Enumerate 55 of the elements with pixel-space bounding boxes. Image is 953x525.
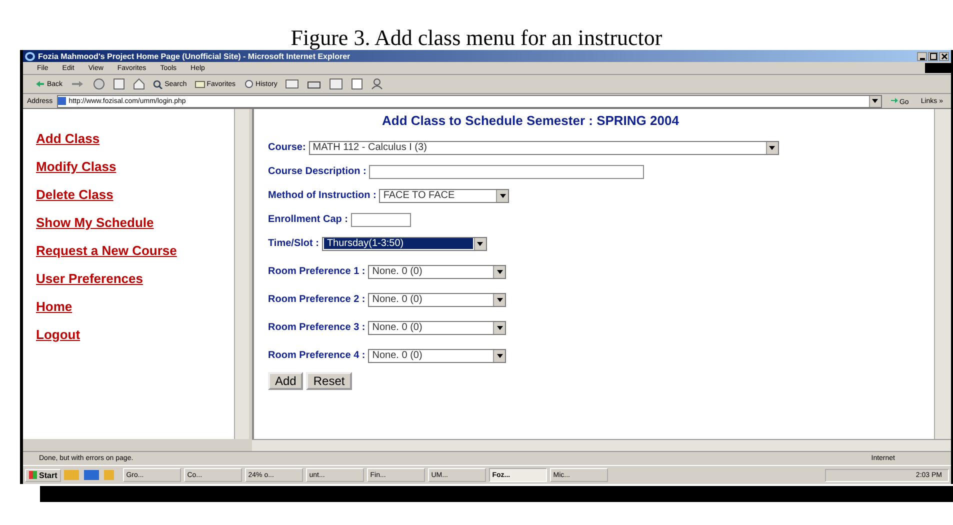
- maximize-button[interactable]: [928, 52, 938, 60]
- scrollbar[interactable]: [934, 109, 951, 439]
- field-label: Method of Instruction :: [268, 190, 376, 201]
- dropdown-arrow-icon: [496, 270, 503, 274]
- field-label: Time/Slot :: [268, 238, 319, 249]
- dropdown-arrow-icon: [872, 99, 878, 103]
- input-field[interactable]: [369, 164, 644, 178]
- dropdown-arrow-icon: [500, 194, 506, 198]
- sidebar-link[interactable]: Add Class: [36, 131, 186, 146]
- sidebar-link[interactable]: Delete Class: [36, 187, 186, 202]
- sidebar-link[interactable]: User Preferences: [36, 271, 186, 286]
- go-arrow-icon: [890, 96, 898, 104]
- page-heading: Add Class to Schedule Semester : SPRING 2004: [382, 113, 679, 128]
- field-label: Room Preference 4 :: [268, 350, 366, 361]
- messenger-icon[interactable]: [371, 78, 384, 90]
- field-label: Room Preference 1 :: [268, 266, 366, 277]
- back-arrow-icon: [35, 80, 45, 88]
- form-button[interactable]: Reset: [306, 372, 352, 390]
- start-button[interactable]: Start: [25, 468, 62, 482]
- window-title: Fozia Mahmood's Project Home Page (Unofficial Site) - Microsoft Internet Explorer: [38, 52, 350, 60]
- input-field[interactable]: [351, 212, 412, 226]
- sidebar-link[interactable]: Home: [36, 299, 186, 314]
- field-label: Course Description :: [268, 166, 366, 177]
- minimize-button[interactable]: [917, 52, 927, 60]
- sidebar-link[interactable]: Request a New Course: [36, 243, 186, 258]
- page-icon: [58, 97, 66, 105]
- maximize-icon: [930, 52, 936, 60]
- figure-caption: Figure 3. Add class menu for an instructor: [290, 24, 662, 50]
- dropdown[interactable]: FACE TO FACE: [379, 188, 510, 202]
- dropdown-arrow-icon: [477, 242, 484, 246]
- dropdown[interactable]: None. 0 (0): [368, 348, 506, 362]
- scrollbar[interactable]: [234, 109, 249, 439]
- quick-launch-icon[interactable]: [64, 470, 114, 480]
- dropdown[interactable]: Thursday(1-3:50): [322, 236, 487, 250]
- close-button[interactable]: [939, 52, 949, 60]
- dropdown[interactable]: MATH 112 - Calculus I (3): [308, 140, 779, 154]
- dropdown[interactable]: None. 0 (0): [368, 320, 506, 334]
- sidebar-link[interactable]: Show My Schedule: [36, 215, 186, 230]
- dropdown-arrow-icon: [496, 298, 503, 302]
- dropdown-arrow-icon: [496, 326, 503, 330]
- search-icon: [152, 80, 163, 88]
- horizontal-scrollbar[interactable]: [252, 439, 951, 451]
- dropdown-arrow-icon: [769, 146, 776, 150]
- field-label: Room Preference 2 :: [268, 294, 366, 305]
- field-label: Enrollment Cap :: [268, 214, 348, 225]
- dropdown[interactable]: None. 0 (0): [368, 292, 506, 306]
- dropdown-arrow-icon: [496, 354, 503, 358]
- sidebar-link[interactable]: Modify Class: [36, 159, 186, 174]
- dropdown[interactable]: None. 0 (0): [368, 264, 506, 278]
- sidebar-link[interactable]: Logout: [36, 327, 186, 342]
- form-button[interactable]: Add: [268, 372, 304, 390]
- home-icon[interactable]: [132, 78, 145, 90]
- field-label: Room Preference 3 :: [268, 322, 366, 333]
- field-label: Course:: [268, 142, 306, 153]
- close-icon: [940, 52, 948, 60]
